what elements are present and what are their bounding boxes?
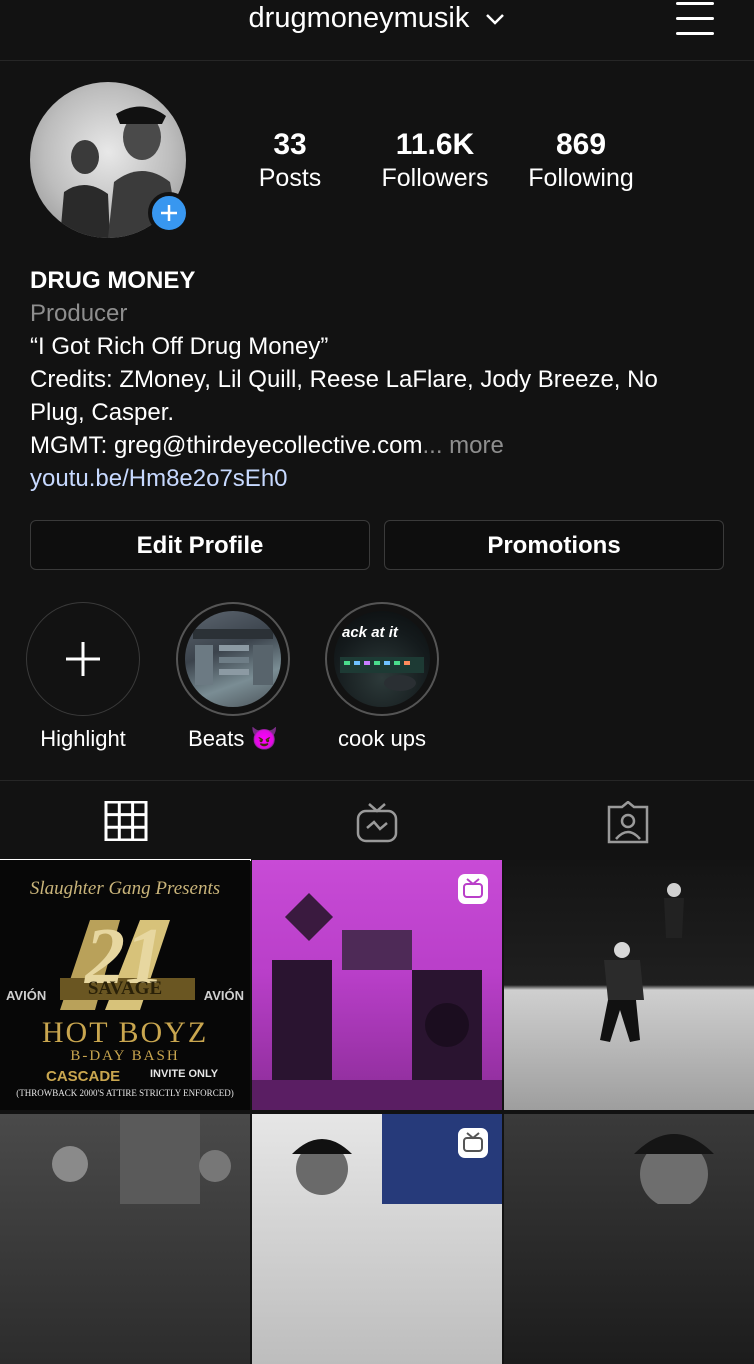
profile-name: DRUG MONEY (30, 267, 196, 294)
promotions-button[interactable]: Promotions (384, 520, 724, 570)
poster-subtitle: B-DAY BASH (70, 1048, 180, 1064)
igtv-badge-icon (458, 1128, 488, 1158)
highlight-label: Highlight (40, 726, 126, 751)
posts-value: 33 (273, 128, 307, 161)
following-label: Following (528, 164, 634, 192)
edit-profile-button[interactable]: Edit Profile (30, 520, 370, 570)
bio-line: Credits: ZMoney, Lil Quill, Reese LaFlar… (30, 366, 658, 393)
post-thumbnail[interactable] (504, 860, 754, 1110)
highlight-label: Beats 😈 (188, 726, 278, 751)
post-thumbnail[interactable]: Slaughter Gang Presents 21 SAVAGE AVIÓN … (0, 860, 250, 1110)
followers-count[interactable]: 11.6K Followers (372, 128, 498, 194)
posts-count[interactable]: 33 Posts (240, 128, 340, 194)
post-thumbnail[interactable] (0, 1114, 250, 1364)
followers-value: 11.6K (395, 128, 475, 161)
tab-igtv[interactable] (251, 781, 502, 859)
account-switcher[interactable]: drugmoneymusik (0, 2, 754, 35)
poster-title: HOT BOYZ (41, 1016, 209, 1049)
following-value: 869 (555, 128, 607, 161)
poster-brand-left: AVIÓN (6, 988, 47, 1003)
followers-label: Followers (381, 164, 489, 192)
grid-icon (104, 801, 147, 841)
bio-line: MGMT: greg@thirdeyecollective.com... mor… (30, 429, 730, 462)
bio-website-link[interactable]: youtu.be/Hm8e2o7sEh0 (30, 462, 730, 495)
chevron-down-icon (486, 14, 505, 26)
username-title: drugmoneymusik (248, 2, 470, 34)
highlight-cook-ups[interactable]: ack at it cook ups (324, 602, 440, 752)
tab-grid[interactable] (0, 781, 251, 861)
following-count[interactable]: 869 Following (518, 128, 644, 194)
poster-invite: INVITE ONLY (150, 1068, 219, 1080)
tagged-icon (607, 801, 648, 844)
highlight-cover-image: ack at it (334, 611, 430, 707)
post-thumbnail[interactable] (252, 860, 502, 1110)
highlight-new-ring (26, 602, 140, 716)
tab-tagged[interactable] (502, 781, 753, 859)
top-bar: drugmoneymusik (0, 0, 754, 61)
poster-brand-right: AVIÓN (203, 988, 244, 1003)
post-thumbnail[interactable] (504, 1114, 754, 1364)
poster-venue: CASCADE (46, 1068, 121, 1085)
highlight-beats[interactable]: Beats 😈 (175, 602, 291, 752)
highlight-label: cook ups (337, 726, 427, 751)
highlight-cover-image (185, 611, 281, 707)
bio-email[interactable]: MGMT: greg@thirdeyecollective.com (30, 432, 422, 459)
profile-bio: DRUG MONEY Producer “I Got Rich Off Drug… (30, 264, 730, 495)
poster-footer: (THROWBACK 2000'S ATTIRE STRICTLY ENFORC… (16, 1088, 234, 1098)
plus-icon (161, 205, 177, 221)
highlight-ring: ack at it (325, 602, 439, 716)
highlight-ring (176, 602, 290, 716)
plus-icon (66, 642, 100, 676)
poster-presents-text: Slaughter Gang Presents (29, 878, 221, 899)
bio-ellipsis: ... (422, 432, 443, 459)
menu-icon[interactable] (676, 2, 714, 36)
igtv-icon (356, 803, 397, 843)
bio-line: Plug, Casper. (30, 399, 175, 426)
highlight-overlay-text: ack at it (342, 624, 399, 641)
bio-line: “I Got Rich Off Drug Money” (30, 333, 329, 360)
highlight-new[interactable]: Highlight (25, 602, 141, 752)
igtv-badge-icon (458, 874, 488, 904)
profile-tabs (0, 780, 754, 861)
profile-category: Producer (30, 300, 128, 327)
more-link[interactable]: more (449, 432, 504, 459)
post-thumbnail[interactable] (252, 1114, 502, 1364)
add-story-button[interactable] (148, 192, 190, 234)
posts-label: Posts (258, 164, 322, 192)
